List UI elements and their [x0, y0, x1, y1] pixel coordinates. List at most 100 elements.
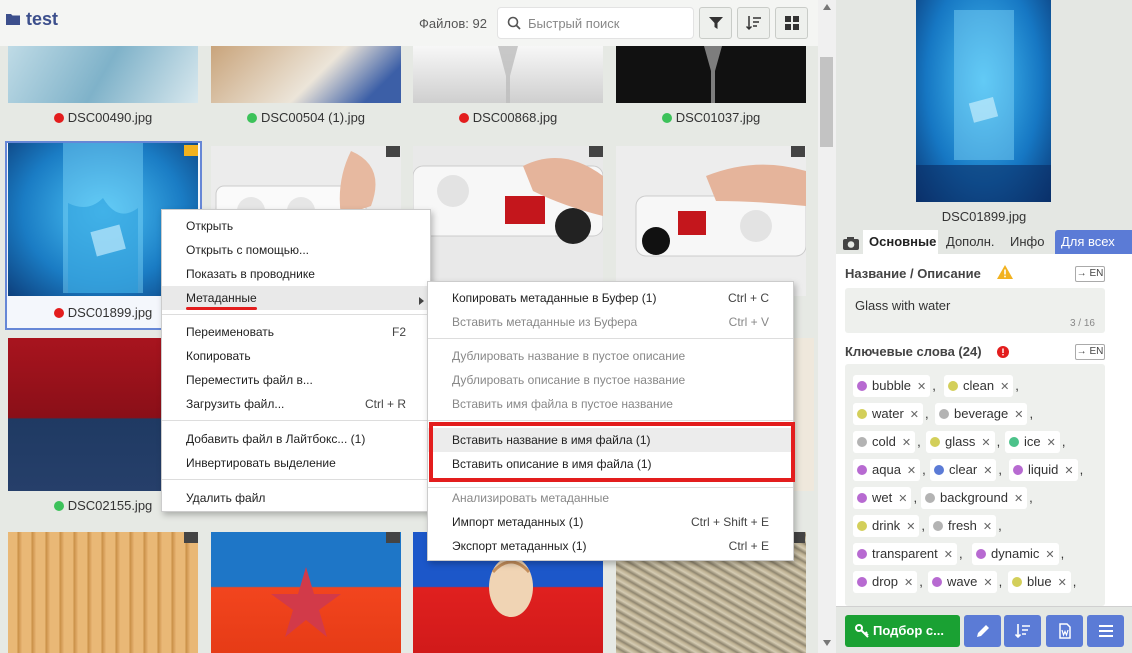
keyword-tag[interactable]: clear ✕, [930, 459, 1002, 481]
thumbnail[interactable] [413, 46, 603, 103]
menu-item-delete[interactable]: Удалить файл [162, 486, 430, 510]
menu-item-show-in-explorer[interactable]: Показать в проводнике [162, 262, 430, 286]
close-icon[interactable]: ✕ [898, 488, 907, 510]
keyword-tag[interactable]: fresh ✕, [929, 515, 1002, 537]
menu-item-add-to-lightbox[interactable]: Добавить файл в Лайтбокс... (1) [162, 427, 430, 451]
close-icon[interactable]: ✕ [1000, 376, 1009, 398]
menu-item-rename[interactable]: Переименовать F2 [162, 320, 430, 344]
file-name: DSC00504 (1).jpg [211, 110, 401, 125]
keyword-tag[interactable]: drink ✕, [853, 515, 925, 537]
menu-item-upload[interactable]: Загрузить файл... Ctrl + R [162, 392, 430, 416]
grid-view-button[interactable] [775, 7, 808, 39]
keyword-tag[interactable]: cold ✕, [853, 431, 921, 453]
scrollbar[interactable] [818, 0, 836, 653]
thumbnail[interactable] [413, 146, 603, 296]
quick-search[interactable] [497, 7, 694, 39]
keyword-tag[interactable]: clean ✕, [944, 375, 1019, 397]
keyword-tag[interactable]: liquid ✕, [1009, 459, 1083, 481]
keyword-tag[interactable]: water ✕, [853, 403, 929, 425]
sort-button[interactable] [737, 7, 770, 39]
translate-keywords-button[interactable]: → EN [1075, 344, 1105, 360]
close-icon[interactable]: ✕ [906, 516, 915, 538]
keyword-tag[interactable]: transparent ✕, [853, 543, 963, 565]
keyword-tag[interactable]: glass ✕, [926, 431, 1000, 453]
close-icon[interactable]: ✕ [1014, 404, 1023, 426]
tab-extra[interactable]: Дополн. [940, 230, 1004, 254]
keyword-suggest-button[interactable]: Подбор с... [845, 615, 960, 647]
menu-button[interactable] [1087, 615, 1124, 647]
thumbnail[interactable] [616, 146, 806, 296]
close-icon[interactable]: ✕ [1058, 572, 1067, 594]
submenu-item-dup-desc[interactable]: Дублировать описание в пустое название [428, 368, 793, 392]
camera-icon [386, 532, 400, 543]
close-icon[interactable]: ✕ [983, 460, 992, 482]
edit-button[interactable] [964, 615, 1001, 647]
word-doc-button[interactable] [1046, 615, 1083, 647]
sort-keywords-button[interactable] [1004, 615, 1041, 647]
search-input[interactable] [528, 16, 678, 31]
keyword-tag[interactable]: wave ✕, [928, 571, 1002, 593]
submenu-item-analyze[interactable]: Анализировать метаданные [428, 486, 793, 510]
menu-item-copy[interactable]: Копировать [162, 344, 430, 368]
tab-info[interactable]: Инфо [1004, 230, 1048, 254]
submenu-item-filename-to-title[interactable]: Вставить имя файла в пустое название [428, 392, 793, 416]
keyword-tag[interactable]: ice ✕, [1005, 431, 1065, 453]
close-icon[interactable]: ✕ [902, 432, 911, 454]
close-icon[interactable]: ✕ [944, 544, 953, 566]
submenu-item-dup-title[interactable]: Дублировать название в пустое описание [428, 344, 793, 368]
title-field[interactable]: Glass with water 3 / 16 [845, 288, 1105, 333]
thumbnail[interactable] [211, 46, 401, 103]
metadata-underline [186, 307, 257, 310]
translate-button[interactable]: → EN [1075, 266, 1105, 282]
files-count: Файлов: 92 [419, 16, 487, 31]
thumbnail[interactable] [211, 532, 401, 653]
scroll-thumb[interactable] [820, 57, 833, 147]
keyword-tag[interactable]: aqua ✕, [853, 459, 926, 481]
close-icon[interactable]: ✕ [1045, 544, 1054, 566]
keyword-tag[interactable]: dynamic ✕, [972, 543, 1064, 565]
keyword-tag[interactable]: background ✕, [921, 487, 1033, 509]
keyword-tag[interactable]: wet ✕, [853, 487, 917, 509]
tab-basic[interactable]: Основные [863, 230, 938, 254]
thumbnail[interactable] [616, 46, 806, 103]
menu-item-invert-selection[interactable]: Инвертировать выделение [162, 451, 430, 475]
keyword-color-dot [939, 409, 949, 419]
close-icon[interactable]: ✕ [907, 460, 916, 482]
close-icon[interactable]: ✕ [983, 572, 992, 594]
keywords-field[interactable]: bubble ✕, clean ✕, water ✕, beverage ✕, cold… [845, 364, 1105, 606]
sort-icon [746, 16, 761, 31]
tab-for-all[interactable]: Для всех ▼ [1055, 230, 1132, 272]
camera-icon[interactable] [840, 233, 862, 253]
menu-item-open-with[interactable]: Открыть с помощью... [162, 238, 430, 262]
close-icon[interactable]: ✕ [904, 572, 913, 594]
thumbnail[interactable] [8, 532, 198, 653]
submenu-item-paste-metadata[interactable]: Вставить метаданные из Буфера Ctrl + V [428, 310, 793, 334]
close-icon[interactable]: ✕ [981, 432, 990, 454]
keyword-tag[interactable]: drop ✕, [853, 571, 923, 593]
status-dot [246, 113, 257, 123]
keyword-tag[interactable]: blue ✕, [1008, 571, 1076, 593]
scroll-up-icon[interactable] [823, 4, 831, 10]
close-icon[interactable]: ✕ [917, 376, 926, 398]
scroll-down-icon[interactable] [823, 640, 831, 646]
keyword-color-dot [934, 465, 944, 475]
submenu-item-copy-metadata[interactable]: Копировать метаданные в Буфер (1) Ctrl + … [428, 286, 793, 310]
thumbnail[interactable] [8, 46, 198, 103]
menu-item-open[interactable]: Открыть [162, 214, 430, 238]
submenu-item-import[interactable]: Импорт метаданных (1) Ctrl + Shift + E [428, 510, 793, 534]
panel-tabs: Основные Дополн. Инфо Для всех ▼ [836, 230, 1132, 272]
close-icon[interactable]: ✕ [1064, 460, 1073, 482]
menu-divider [162, 420, 430, 421]
thumbnail[interactable] [794, 338, 814, 491]
keyword-tag[interactable]: beverage ✕, [935, 403, 1033, 425]
title-counter: 3 / 16 [1069, 318, 1095, 329]
close-icon[interactable]: ✕ [1047, 432, 1056, 454]
keyword-tag[interactable]: bubble ✕, [853, 375, 936, 397]
menu-divider [162, 314, 430, 315]
menu-item-move[interactable]: Переместить файл в... [162, 368, 430, 392]
close-icon[interactable]: ✕ [910, 404, 919, 426]
filter-button[interactable] [699, 7, 732, 39]
submenu-item-export[interactable]: Экспорт метаданных (1) Ctrl + E [428, 534, 793, 558]
close-icon[interactable]: ✕ [983, 516, 992, 538]
close-icon[interactable]: ✕ [1014, 488, 1023, 510]
